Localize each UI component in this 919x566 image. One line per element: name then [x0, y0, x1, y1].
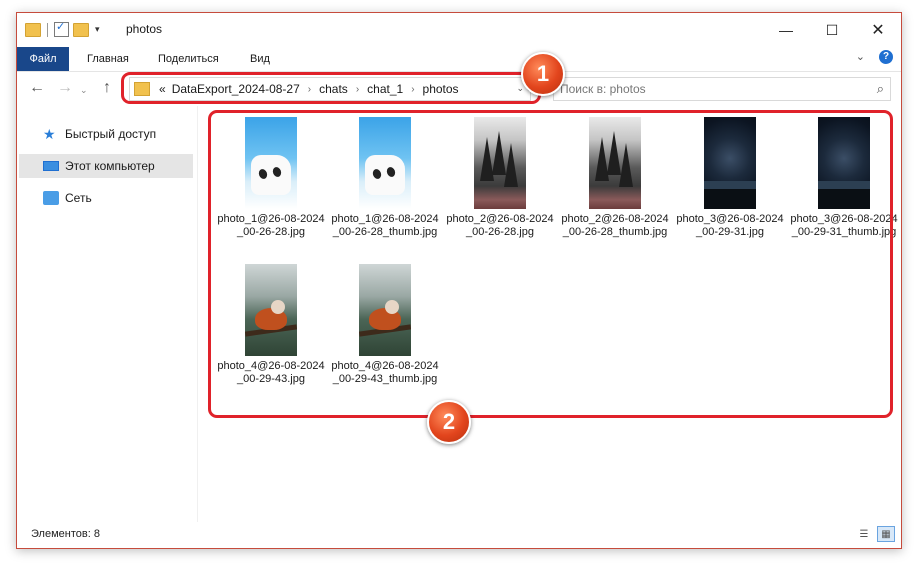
maximize-button[interactable]: ☐ [809, 13, 855, 47]
forward-arrow-icon[interactable]: → [57, 79, 73, 97]
recent-locations-chevron-icon[interactable]: ⌄ [80, 85, 88, 96]
pane-divider[interactable] [197, 106, 198, 526]
item-count: Элементов: 8 [31, 528, 100, 540]
status-bar: Элементов: 8 ☰ ▦ [17, 522, 901, 548]
new-folder-icon[interactable] [73, 22, 89, 37]
tab-home[interactable]: Главная [77, 47, 139, 71]
details-view-icon[interactable]: ☰ [855, 526, 873, 542]
window-title: photos [126, 22, 163, 36]
sidebar-item-label: Этот компьютер [65, 159, 155, 173]
collapse-ribbon-chevron-icon[interactable]: ⌄ [856, 50, 865, 64]
tab-file[interactable]: Файл [17, 47, 69, 71]
search-input[interactable]: Поиск в: photos ⌕ [553, 77, 891, 101]
sidebar-item-network[interactable]: Сеть [19, 186, 193, 210]
search-placeholder: Поиск в: photos [560, 82, 646, 96]
tab-view[interactable]: Вид [240, 47, 280, 71]
sidebar-item-this-pc[interactable]: Этот компьютер [19, 154, 193, 178]
network-icon [43, 191, 59, 205]
tab-share[interactable]: Поделиться [148, 47, 229, 71]
back-arrow-icon[interactable]: ← [29, 79, 45, 97]
search-icon[interactable]: ⌕ [877, 78, 884, 100]
navigation-pane: ★ Быстрый доступ Этот компьютер Сеть [17, 109, 195, 519]
minimize-button[interactable]: — [763, 13, 809, 47]
view-switcher: ☰ ▦ [855, 526, 895, 542]
ribbon-tabs: Файл Главная Поделиться Вид ⌄ ? [17, 47, 901, 72]
annotation-badge-2: 2 [427, 400, 471, 444]
star-icon: ★ [43, 126, 56, 142]
folder-icon [25, 22, 41, 37]
title-bar: ▾ photos — ☐ ✕ [17, 13, 901, 47]
sidebar-item-label: Сеть [65, 191, 92, 205]
annotation-highlight-files [208, 110, 893, 418]
properties-icon[interactable] [54, 20, 69, 37]
computer-icon [43, 161, 59, 171]
window-controls: — ☐ ✕ [763, 13, 901, 47]
quick-access-toolbar: ▾ [25, 20, 100, 37]
ribbon-right-controls: ⌄ ? [856, 50, 893, 64]
sidebar-item-label: Быстрый доступ [65, 127, 157, 141]
close-button[interactable]: ✕ [855, 13, 901, 47]
toolbar-separator [47, 22, 48, 37]
help-icon[interactable]: ? [879, 50, 893, 64]
annotation-badge-1: 1 [521, 52, 565, 96]
large-icons-view-icon[interactable]: ▦ [877, 526, 895, 542]
annotation-highlight-address [121, 72, 541, 104]
sidebar-item-quick-access[interactable]: ★ Быстрый доступ [19, 122, 193, 146]
customize-toolbar-chevron-icon[interactable]: ▾ [95, 24, 100, 35]
up-arrow-icon[interactable]: ↑ [103, 79, 111, 97]
